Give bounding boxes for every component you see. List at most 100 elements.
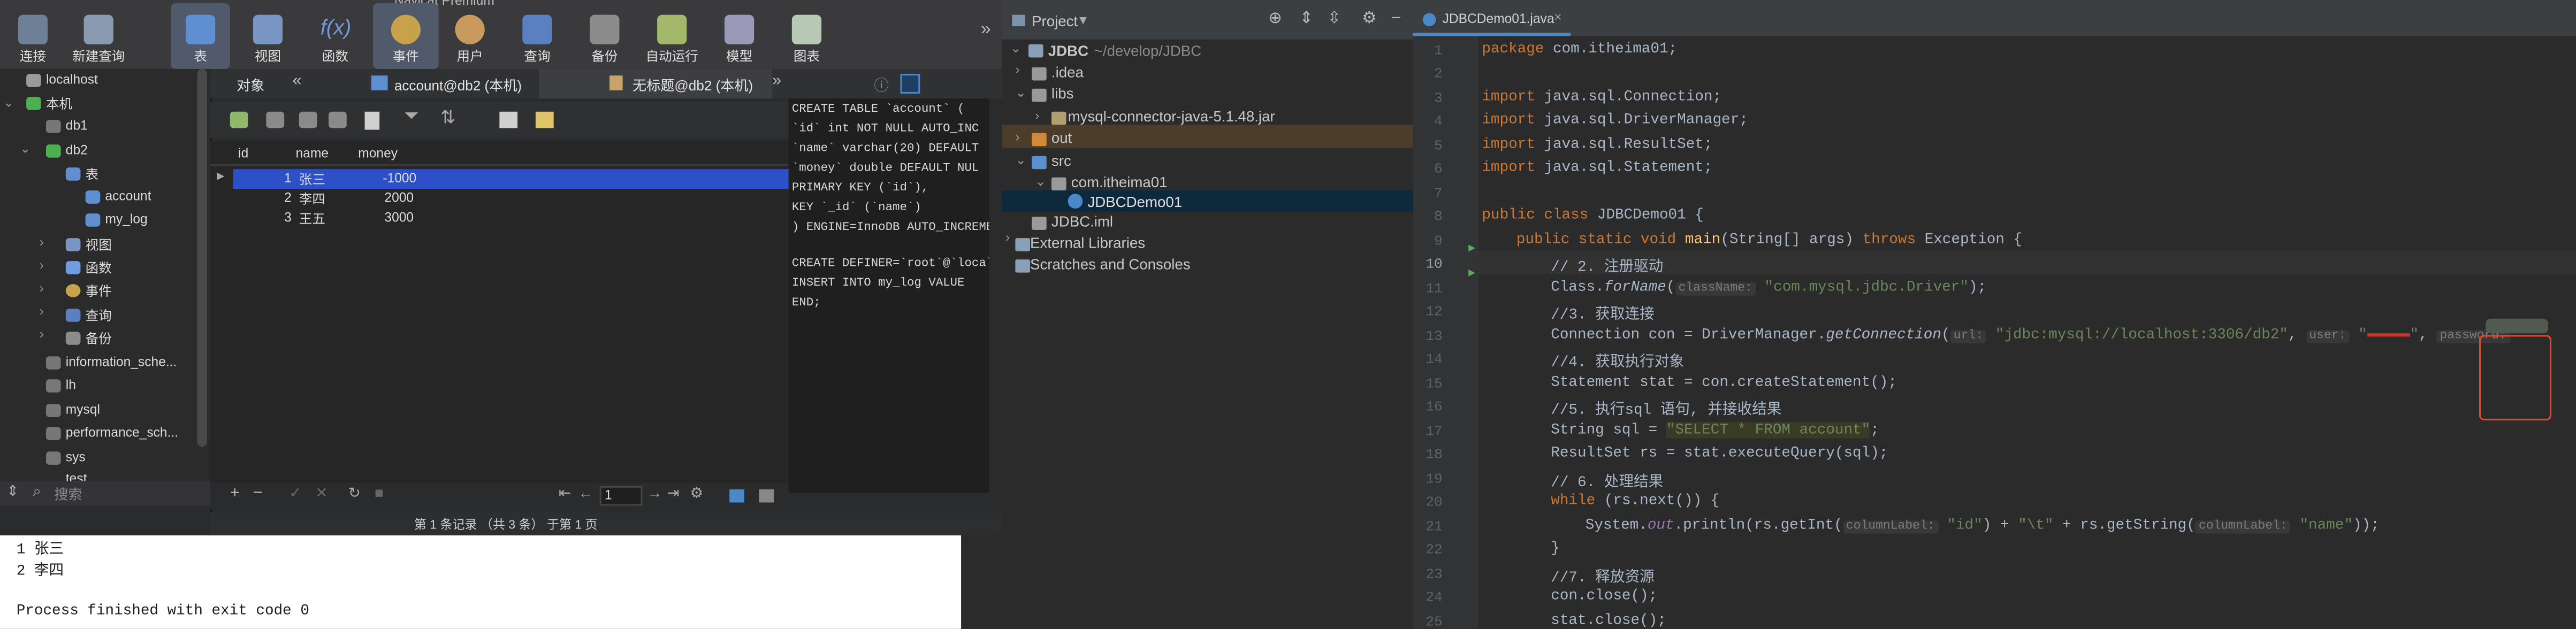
tree-scrollbar[interactable] [197,68,207,447]
last-page-icon[interactable]: ⇥ [667,485,680,503]
chevron-down-icon[interactable]: ▾ [1079,11,1087,29]
expand-all-icon[interactable]: ⇕ [1300,10,1314,28]
chevron-down-icon[interactable]: ⌄ [20,141,31,156]
toolbar-view-button[interactable]: 视图 [238,3,298,69]
tree-item-information-schema[interactable]: information_sche... [66,355,177,370]
filter-icon[interactable]: ⏷ [404,107,418,128]
chevron-right-icon[interactable]: › [40,304,44,319]
chevron-right-icon[interactable]: › [40,327,44,342]
save-record-icon[interactable] [299,111,317,128]
tree-item-local[interactable]: 本机 [46,95,72,113]
gear-icon[interactable]: ⚙ [1362,10,1377,28]
chevron-right-icon[interactable]: › [1015,130,1019,145]
close-icon[interactable]: × [1554,10,1561,25]
toolbar-chart-button[interactable]: 图表 [777,3,836,69]
tree-item-events[interactable]: 事件 [86,282,112,301]
stop-icon[interactable]: ■ [375,485,384,501]
toolbar-model-button[interactable]: 模型 [710,3,769,69]
tree-item-idea[interactable]: .idea [1051,64,1084,81]
column-header-name[interactable]: name [296,146,329,161]
cancel-icon[interactable]: ✕ [315,485,327,503]
discard-record-icon[interactable] [329,111,347,128]
refresh-icon[interactable]: ↻ [348,485,361,503]
ddl-panel-toggle-icon[interactable] [900,74,920,94]
tree-item-src[interactable]: src [1051,153,1071,170]
toolbar-overflow-icon[interactable]: » [981,20,991,40]
cell-id[interactable]: 3 [284,210,292,225]
tree-item-tables[interactable]: 表 [86,166,99,184]
page-number-input[interactable]: 1 [599,486,643,506]
tree-item-db1[interactable]: db1 [66,118,88,133]
chevron-down-icon[interactable]: ⌄ [1015,86,1026,101]
cell-money[interactable]: 2000 [384,190,414,205]
toolbar-connect-button[interactable]: 连接 [3,3,63,69]
grid-mode-icon[interactable] [729,489,744,503]
chevron-right-icon[interactable]: › [40,281,44,296]
toolbar-backup-button[interactable]: 备份 [575,3,635,69]
chevron-right-icon[interactable]: › [1035,109,1039,124]
column-header-money[interactable]: money [358,146,398,161]
table-row[interactable]: ▶ 1 张三 -1000 [210,169,789,189]
tree-item-package[interactable]: com.itheima01 [1071,174,1168,190]
chevron-down-icon[interactable]: ⌄ [1010,41,1022,56]
locate-icon[interactable]: ⊕ [1268,10,1282,28]
export-icon[interactable] [364,111,380,130]
tree-item-out[interactable]: out [1051,130,1072,147]
filter-icon[interactable]: ⇕ [6,483,19,501]
add-record-icon[interactable] [230,111,248,128]
import-icon[interactable] [499,111,518,128]
tab-untitled-query[interactable]: 无标题@db2 (本机) [632,75,753,95]
tree-item-jdbc-iml[interactable]: JDBC.iml [1051,213,1113,230]
run-gutter-icon[interactable]: ▶ [1446,241,1475,256]
tabs-scroll-left-icon[interactable]: « [292,72,301,90]
toolbar-new-query-button[interactable]: 新建查询 [69,3,128,69]
tree-item-views[interactable]: 视图 [86,236,112,255]
chevron-right-icon[interactable]: › [40,235,44,250]
chevron-down-icon[interactable]: ⌄ [1035,174,1046,189]
tree-item-my-log[interactable]: my_log [105,212,147,227]
project-root[interactable]: JDBC [1048,43,1088,59]
tree-item-account[interactable]: account [105,189,151,204]
tree-item-performance-schema[interactable]: performance_sch... [66,425,178,440]
tree-item-lh[interactable]: lh [66,378,76,393]
tree-item-external-libraries[interactable]: External Libraries [1030,235,1145,251]
cell-id[interactable]: 2 [284,190,292,205]
grid-view-icon[interactable] [535,111,554,128]
apply-icon[interactable]: ✓ [289,485,301,503]
chevron-right-icon[interactable]: › [1015,63,1019,78]
tree-item-localhost[interactable]: localhost [46,72,98,87]
gear-icon[interactable]: ⚙ [690,485,703,503]
table-row[interactable]: 2 李四 2000 [210,189,789,209]
tree-item-mysql[interactable]: mysql [66,402,100,417]
tree-item-jdbcdemo01[interactable]: JDBCDemo01 [1087,194,1182,210]
cell-id[interactable]: 1 [284,171,292,186]
tree-item-db2[interactable]: db2 [66,143,88,158]
toolbar-function-button[interactable]: f(x) 函数 [306,3,365,69]
toolbar-event-button[interactable]: 事件 [372,3,439,69]
tree-item-mysql-connector-jar[interactable]: mysql-connector-java-5.1.48.jar [1068,109,1275,125]
tree-item-libs[interactable]: libs [1051,86,1073,102]
cell-money[interactable]: 3000 [384,210,414,225]
tabs-scroll-right-icon[interactable]: » [772,72,781,90]
form-mode-icon[interactable] [759,489,774,503]
toolbar-automation-button[interactable]: 自动运行 [642,3,702,69]
chevron-right-icon[interactable]: › [40,258,44,273]
toolbar-table-button[interactable]: 表 [171,3,230,69]
info-icon[interactable]: ⓘ [874,74,889,95]
first-page-icon[interactable]: ⇤ [559,485,571,503]
tree-search-input[interactable]: 搜索 [54,485,82,504]
cell-money[interactable]: -1000 [383,171,416,186]
tree-item-scratches[interactable]: Scratches and Consoles [1030,256,1191,273]
chevron-down-icon[interactable]: ⌄ [3,95,14,110]
tree-item-functions[interactable]: 函数 [86,259,112,278]
tree-item-sys[interactable]: sys [66,450,86,465]
remove-row-icon[interactable]: − [253,485,263,503]
delete-record-icon[interactable] [266,111,285,128]
tab-objects[interactable]: 对象 [237,75,264,95]
editor-tab[interactable]: JDBCDemo01.java × [1413,6,1571,36]
run-gutter-icon[interactable]: ▶ [1446,266,1475,281]
next-page-icon[interactable]: → [647,485,662,501]
code-area[interactable]: package com.itheima01; import java.sql.C… [1482,36,2576,629]
chevron-down-icon[interactable]: ⌄ [1015,153,1026,168]
add-row-icon[interactable]: + [230,485,240,503]
